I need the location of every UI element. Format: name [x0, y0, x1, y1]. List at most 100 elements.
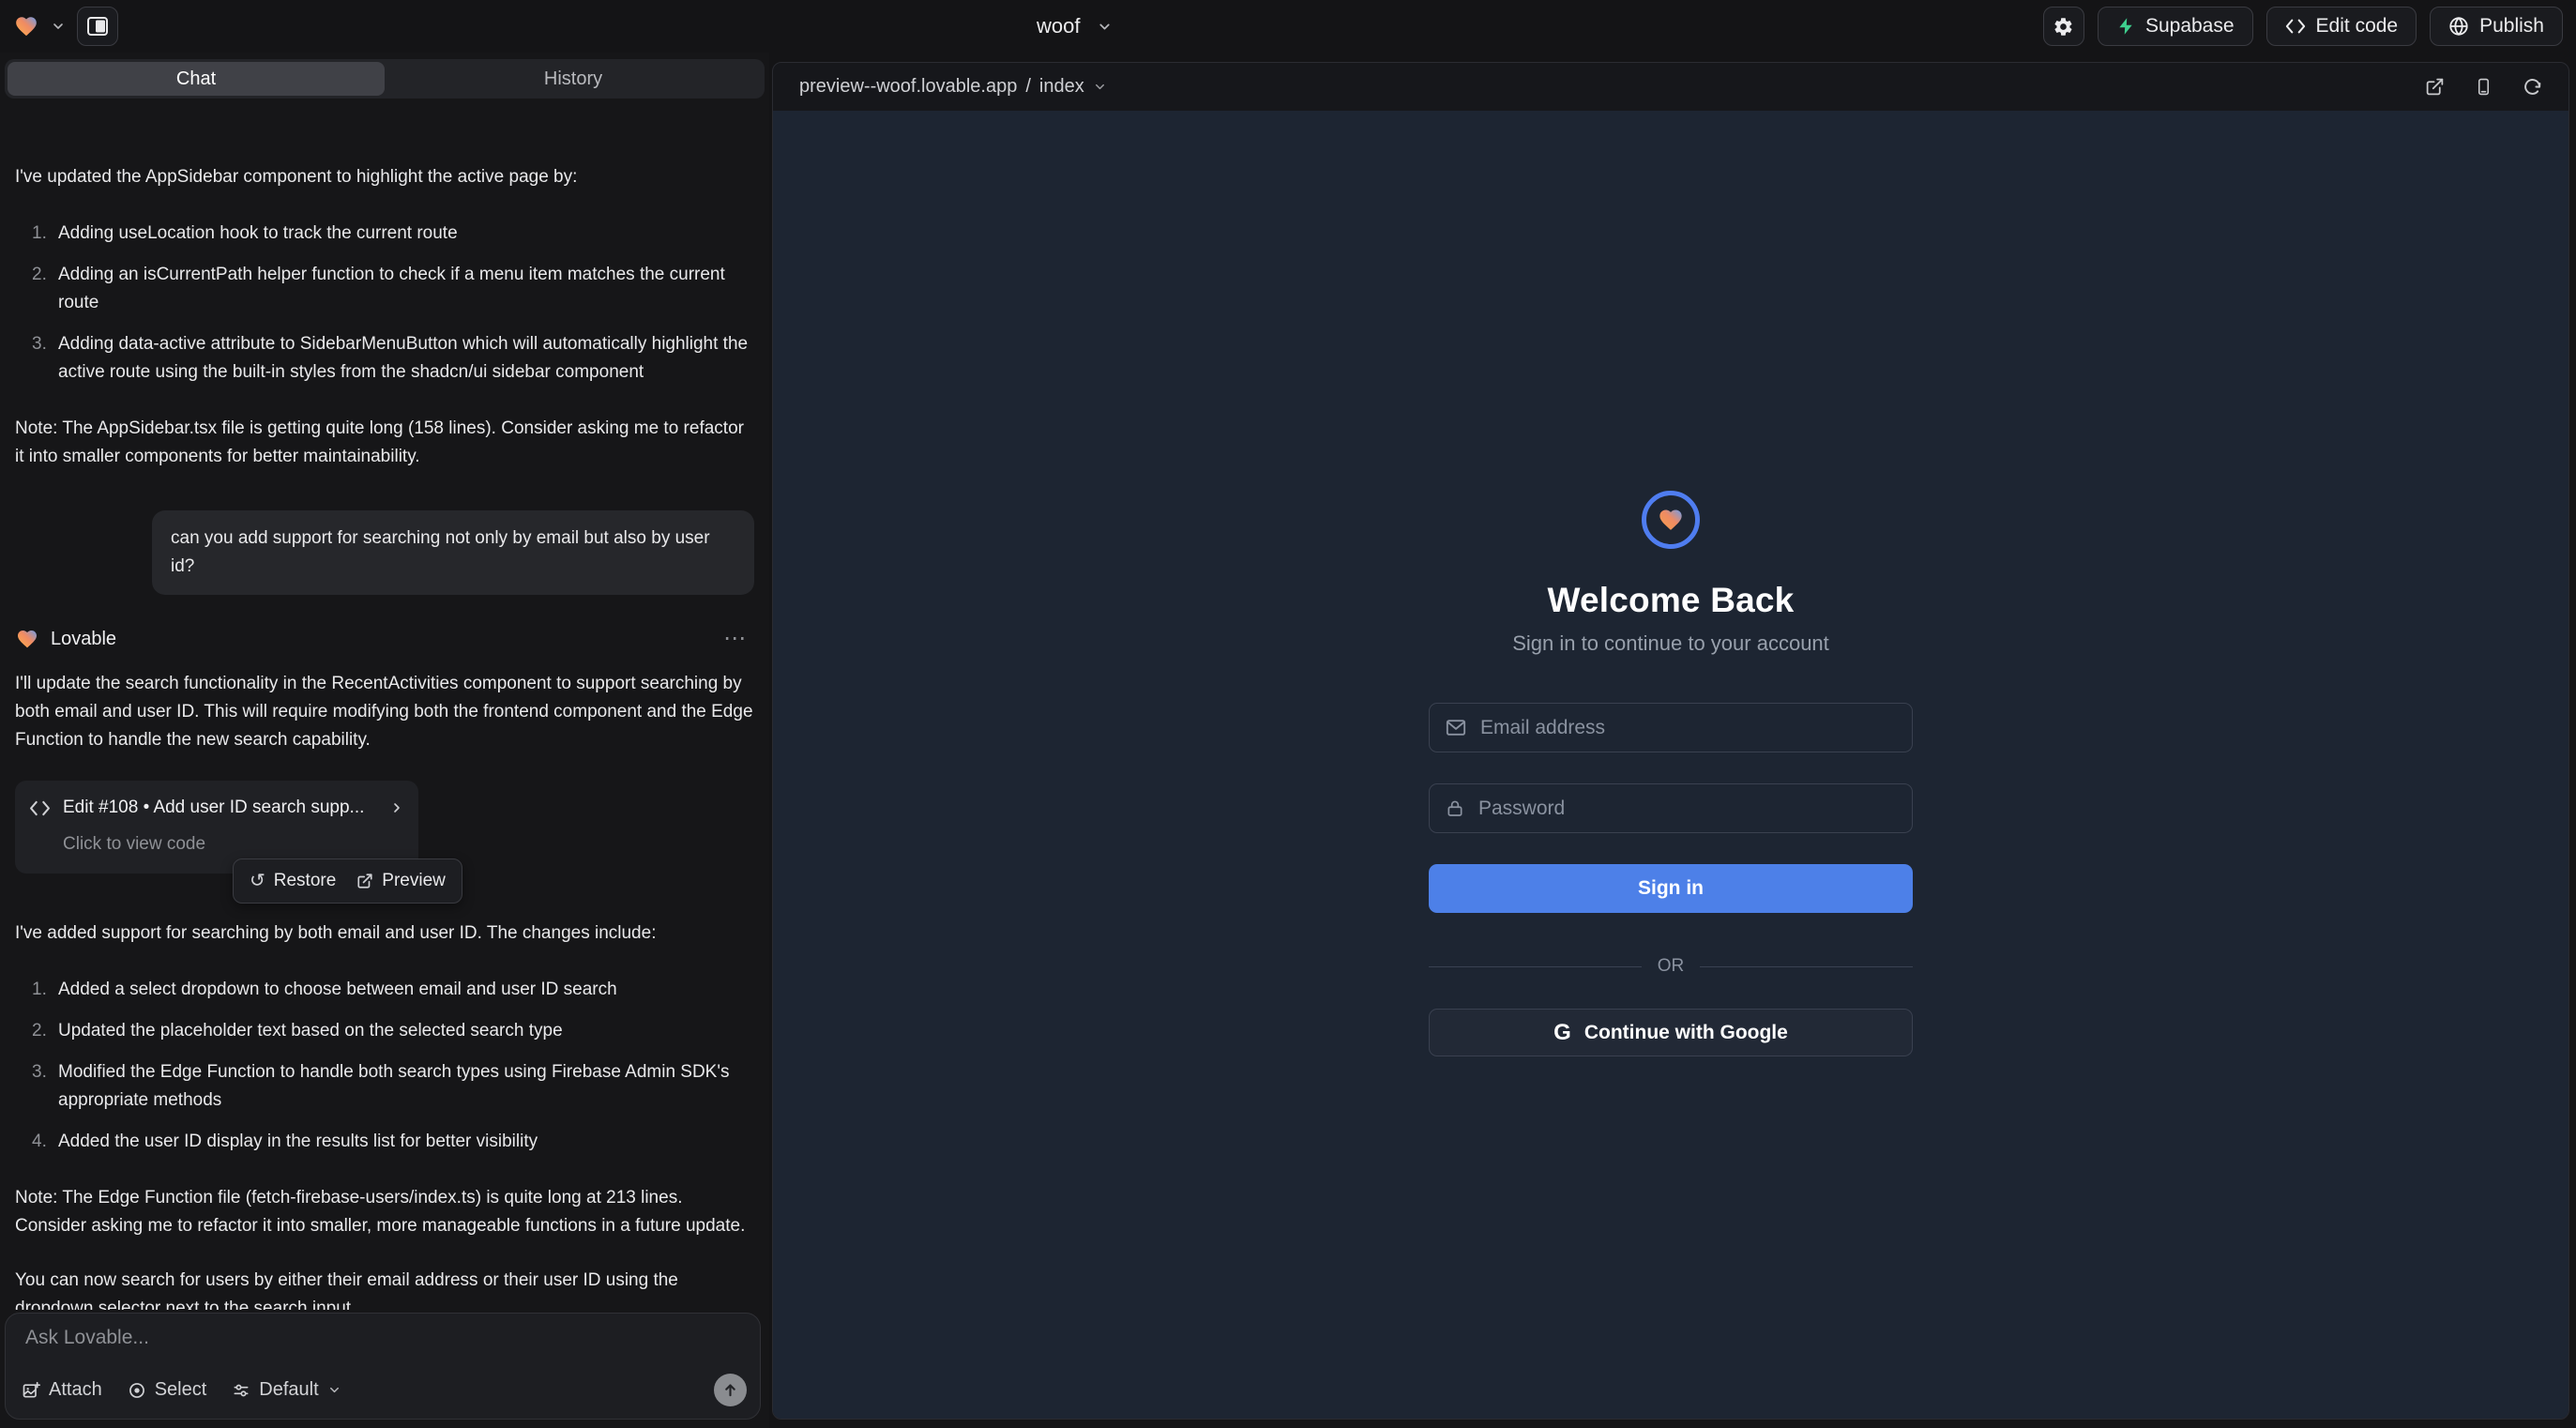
restore-icon: ↺	[250, 872, 265, 890]
mail-icon	[1446, 719, 1466, 737]
list-item: Adding an isCurrentPath helper function …	[15, 261, 754, 317]
login-screen: Welcome Back Sign in to continue to your…	[773, 111, 2568, 1419]
chevron-right-icon	[389, 800, 404, 815]
email-field-wrap	[1429, 703, 1913, 752]
list-item: Modified the Edge Function to handle bot…	[15, 1058, 754, 1115]
preview-label: Preview	[382, 867, 446, 895]
divider-line	[1700, 966, 1913, 967]
chevron-down-icon	[327, 1383, 341, 1397]
sidebar-toggle-button[interactable]	[77, 7, 118, 46]
send-arrow-up-icon	[722, 1382, 738, 1398]
project-selector[interactable]: woof	[1037, 0, 1113, 53]
select-button[interactable]: Select	[128, 1379, 207, 1401]
assistant-message-intro: I've updated the AppSidebar component to…	[15, 163, 754, 191]
or-label: OR	[1658, 956, 1685, 977]
chat-history-tabs: Chat History	[5, 59, 765, 99]
edit-code-button[interactable]: Edit code	[2266, 7, 2417, 46]
globe-icon	[2448, 16, 2469, 37]
tab-chat[interactable]: Chat	[8, 62, 385, 96]
app-logo	[1642, 491, 1700, 549]
lovable-logo-heart-icon[interactable]	[13, 14, 39, 38]
list-item: Added a select dropdown to choose betwee…	[15, 976, 754, 1004]
edit-card-area: Edit #108 • Add user ID search supp... C…	[15, 781, 754, 899]
preview-page-selector[interactable]: index	[1039, 76, 1107, 98]
restore-label: Restore	[274, 867, 337, 895]
assistant-note-2: Note: The Edge Function file (fetch-fire…	[15, 1184, 754, 1240]
code-brackets-icon	[29, 800, 51, 816]
mobile-view-button[interactable]	[2475, 77, 2493, 97]
open-in-new-tab-button[interactable]	[2425, 77, 2445, 97]
external-link-icon	[2425, 77, 2445, 97]
send-button[interactable]	[714, 1374, 747, 1406]
project-name: woof	[1037, 14, 1080, 38]
attach-button[interactable]: Attach	[22, 1379, 102, 1401]
divider-line	[1429, 966, 1642, 967]
settings-button[interactable]	[2043, 7, 2084, 46]
attach-image-icon	[22, 1381, 40, 1400]
password-field[interactable]	[1478, 798, 1896, 820]
assistant-message-plan: I'll update the search functionality in …	[15, 670, 754, 754]
chat-panel: Chat History I've updated the AppSidebar…	[0, 53, 769, 1428]
user-message-bubble: can you add support for searching not on…	[152, 510, 754, 595]
tab-history[interactable]: History	[385, 62, 762, 96]
edit-code-label: Edit code	[2316, 15, 2399, 38]
assistant-header: Lovable ⋯	[15, 625, 754, 653]
url-separator: /	[1025, 76, 1031, 98]
edit-card-subtitle: Click to view code	[63, 830, 404, 858]
supabase-bolt-icon	[2116, 16, 2135, 37]
edit-card-title: Edit #108 • Add user ID search supp...	[63, 794, 377, 822]
project-chevron-down-icon	[1097, 19, 1113, 35]
refresh-button[interactable]	[2523, 77, 2542, 97]
password-field-wrap	[1429, 783, 1913, 833]
prompt-input[interactable]	[25, 1327, 740, 1349]
restore-preview-toolbar: ↺ Restore Preview	[233, 858, 462, 904]
heart-icon	[1657, 507, 1685, 533]
supabase-button[interactable]: Supabase	[2098, 7, 2253, 46]
google-g-icon: G	[1553, 1020, 1571, 1046]
chevron-down-icon	[1093, 80, 1107, 94]
user-message-row: can you add support for searching not on…	[15, 510, 754, 595]
mode-selector[interactable]: Default	[232, 1379, 341, 1401]
list-item: Adding data-active attribute to SidebarM…	[15, 330, 754, 387]
more-options-button[interactable]: ⋯	[723, 625, 749, 653]
assistant-note: Note: The AppSidebar.tsx file is getting…	[15, 415, 754, 471]
preview-url-bar: preview--woof.lovable.app / index	[773, 63, 2568, 110]
list-item: Adding useLocation hook to track the cur…	[15, 220, 754, 248]
select-label: Select	[155, 1379, 207, 1401]
sign-in-button[interactable]: Sign in	[1429, 864, 1913, 913]
mobile-phone-icon	[2475, 77, 2493, 97]
mode-label: Default	[259, 1379, 318, 1401]
sliders-icon	[232, 1381, 250, 1400]
prompt-composer: Attach Select Default	[5, 1313, 761, 1420]
restore-button[interactable]: ↺ Restore	[250, 867, 336, 895]
lovable-app-window: woof Supabase	[0, 0, 2576, 1428]
list-item: Added the user ID display in the results…	[15, 1128, 754, 1156]
assistant-message-outro: You can now search for users by either t…	[15, 1267, 754, 1310]
or-divider: OR	[1429, 956, 1913, 977]
google-label: Continue with Google	[1584, 1022, 1788, 1044]
top-bar: woof Supabase	[0, 0, 2576, 53]
assistant-list-2: Added a select dropdown to choose betwee…	[15, 976, 754, 1156]
assistant-list-1: Adding useLocation hook to track the cur…	[15, 220, 754, 387]
attach-label: Attach	[49, 1379, 102, 1401]
gear-icon	[2053, 16, 2074, 38]
target-icon	[128, 1381, 146, 1400]
refresh-icon	[2523, 77, 2542, 97]
google-sign-in-button[interactable]: G Continue with Google	[1429, 1009, 1913, 1056]
logo-chevron-down-icon[interactable]	[51, 19, 66, 34]
assistant-name: Lovable	[51, 625, 116, 653]
supabase-label: Supabase	[2145, 15, 2235, 38]
assistant-message-added: I've added support for searching by both…	[15, 919, 754, 948]
publish-button[interactable]: Publish	[2430, 7, 2563, 46]
preview-url: preview--woof.lovable.app	[799, 76, 1017, 98]
preview-page: index	[1039, 76, 1084, 98]
login-title: Welcome Back	[1548, 581, 1795, 620]
preview-button[interactable]: Preview	[356, 867, 446, 895]
chat-transcript: I've updated the AppSidebar component to…	[0, 148, 769, 1310]
publish-label: Publish	[2479, 15, 2544, 38]
login-subtitle: Sign in to continue to your account	[1512, 631, 1829, 656]
list-item: Updated the placeholder text based on th…	[15, 1017, 754, 1045]
lovable-avatar-heart-icon	[15, 628, 39, 650]
email-field[interactable]	[1480, 717, 1896, 739]
lock-icon	[1446, 798, 1464, 818]
